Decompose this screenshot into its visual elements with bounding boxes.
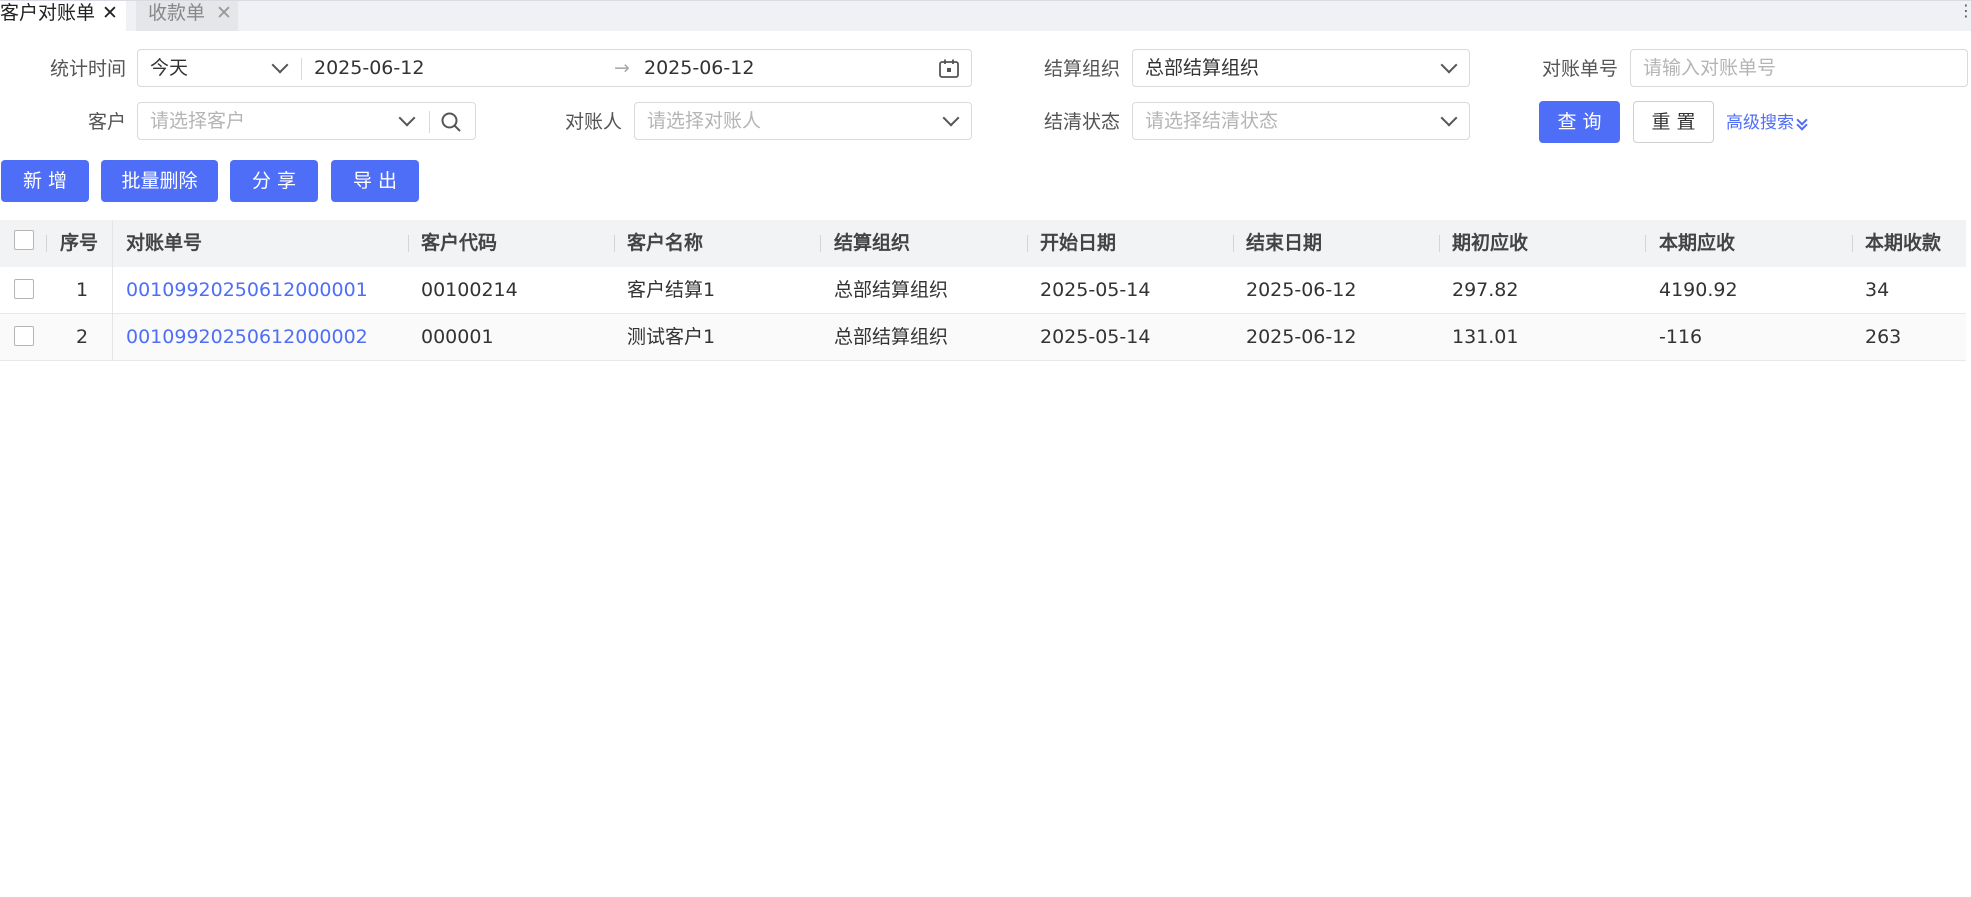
chevron-down-icon [1440,56,1458,74]
settle-org-value: 总部结算组织 [1145,57,1260,79]
reset-button[interactable]: 重 置 [1633,101,1714,143]
clear-status-label: 结清状态 [1043,111,1120,133]
cell-settle-org: 总部结算组织 [834,279,949,301]
clear-status-placeholder: 请选择结清状态 [1145,110,1279,132]
header-separator [1439,235,1440,252]
cell-opening-receivable: 131.01 [1452,326,1519,348]
header-customer-code[interactable]: 客户代码 [421,220,497,267]
export-button[interactable]: 导 出 [331,160,419,202]
header-separator [614,235,615,252]
header-opening-receivable[interactable]: 期初应收 [1452,220,1528,267]
search-icon[interactable] [440,111,462,133]
header-index: 序号 [60,232,99,254]
customer-placeholder: 请选择客户 [150,110,246,132]
tab-bar: 客户对账单 ✕ 收款单 ✕ ⋮ [0,0,1971,31]
cell-opening-receivable: 297.82 [1452,279,1519,301]
table-header: 序号 对账单号 客户代码 客户名称 结算组织 开始日期 结束日期 期初应收 本期… [0,220,1966,267]
chevron-down-icon[interactable] [398,109,416,127]
stat-time-preset[interactable]: 今天 [150,50,188,86]
stat-time-label: 统计时间 [49,58,126,80]
cell-current-receivable: -116 [1659,326,1703,348]
header-separator [46,235,47,252]
cell-end-date: 2025-06-12 [1246,326,1357,348]
chevron-down-icon[interactable] [271,56,289,74]
row-checkbox[interactable] [14,279,34,299]
customer-select[interactable]: 请选择客户 [137,102,476,140]
cell-recon-no-link[interactable]: 00109920250612000002 [126,314,368,360]
header-separator [1027,235,1028,252]
chevron-down-icon [942,109,960,127]
header-customer-name[interactable]: 客户名称 [627,220,703,267]
cell-settle-org: 总部结算组织 [834,326,949,348]
tab-label: 客户对账单 [0,2,96,24]
header-separator [820,235,821,252]
header-current-receipt[interactable]: 本期收款 [1865,220,1941,267]
tab-label: 收款单 [148,2,206,24]
cell-start-date: 2025-05-14 [1040,279,1151,301]
tab-receipt[interactable]: 收款单 ✕ [136,1,238,31]
index-column-border [112,220,113,361]
row-checkbox[interactable] [14,326,34,346]
start-date-input[interactable]: 2025-06-12 [314,50,424,86]
customer-label: 客户 [87,111,126,133]
divider [429,111,430,133]
header-separator [408,235,409,252]
header-separator [1233,235,1234,252]
advanced-search-link[interactable]: 高级搜索 [1726,110,1808,136]
stat-time-range: 今天 2025-06-12 → 2025-06-12 [137,49,972,87]
chevron-down-icon [1440,109,1458,127]
batch-delete-button[interactable]: 批量删除 [101,160,218,202]
header-start-date[interactable]: 开始日期 [1040,220,1116,267]
cell-current-receivable: 4190.92 [1659,279,1738,301]
add-button[interactable]: 新 增 [1,160,89,202]
cell-recon-no-link[interactable]: 00109920250612000001 [126,267,368,313]
cell-current-receipt: 34 [1865,279,1890,301]
tab-customer-statement[interactable]: 客户对账单 ✕ [0,1,126,31]
cell-customer-code: 000001 [421,326,494,348]
tab-menu-icon[interactable]: ⋮ [1958,1,1971,20]
reconciler-label: 对账人 [564,111,622,133]
cell-start-date: 2025-05-14 [1040,326,1151,348]
cell-customer-code: 00100214 [421,279,518,301]
reconciler-placeholder: 请选择对账人 [647,110,762,132]
cell-customer-name: 客户结算1 [627,279,716,301]
header-settle-org[interactable]: 结算组织 [834,220,910,267]
cell-end-date: 2025-06-12 [1246,279,1357,301]
header-current-receivable[interactable]: 本期应收 [1659,220,1735,267]
close-icon[interactable]: ✕ [102,1,118,25]
recon-no-label: 对账单号 [1541,58,1618,80]
settle-org-label: 结算组织 [1043,58,1120,80]
range-arrow-icon: → [614,57,630,79]
cell-index: 1 [76,279,89,301]
header-end-date[interactable]: 结束日期 [1246,220,1322,267]
settle-org-select[interactable]: 总部结算组织 [1132,49,1470,87]
header-recon-no[interactable]: 对账单号 [126,220,202,267]
cell-current-receipt: 263 [1865,326,1902,348]
recon-no-input[interactable]: 请输入对账单号 [1630,49,1968,87]
reconciler-select[interactable]: 请选择对账人 [634,102,972,140]
table-row[interactable]: 2 00109920250612000002 000001 测试客户1 总部结算… [0,314,1966,361]
header-separator [1645,235,1646,252]
header-separator [1852,235,1853,252]
close-icon[interactable]: ✕ [216,1,232,25]
select-all-checkbox[interactable] [14,230,34,250]
cell-customer-name: 测试客户1 [627,326,716,348]
calendar-icon[interactable] [938,58,960,80]
cell-index: 2 [76,326,89,348]
advanced-search-label: 高级搜索 [1726,113,1794,133]
recon-no-placeholder: 请输入对账单号 [1643,57,1777,79]
clear-status-select[interactable]: 请选择结清状态 [1132,102,1470,140]
divider [301,58,302,80]
share-button[interactable]: 分 享 [230,160,318,202]
query-button[interactable]: 查 询 [1539,101,1620,143]
end-date-input[interactable]: 2025-06-12 [644,50,754,86]
table-row[interactable]: 1 00109920250612000001 00100214 客户结算1 总部… [0,267,1966,314]
